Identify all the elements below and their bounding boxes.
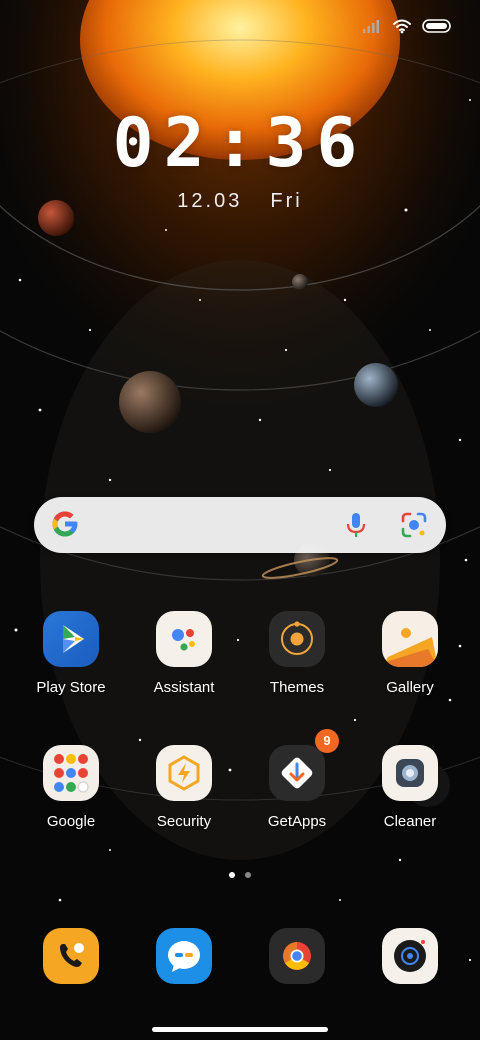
page-dot-1[interactable]: [229, 872, 235, 878]
chrome-icon: [269, 928, 325, 984]
cellular-signal-icon: [362, 18, 382, 39]
getapps-icon: [269, 745, 325, 801]
google-lens-icon[interactable]: [400, 511, 428, 544]
dock-camera[interactable]: [354, 928, 466, 984]
dock-phone[interactable]: [15, 928, 127, 984]
app-label: Security: [156, 813, 212, 830]
assistant-icon: [156, 611, 212, 667]
app-label: Cleaner: [383, 813, 437, 830]
dock-chrome[interactable]: [241, 928, 353, 984]
google-search-widget[interactable]: [34, 497, 446, 553]
app-google-folder[interactable]: Google: [15, 745, 127, 830]
date-label: 12.03: [177, 190, 243, 212]
dock-messages[interactable]: [128, 928, 240, 984]
page-indicator[interactable]: [0, 872, 480, 878]
wifi-icon: [392, 18, 412, 39]
notification-badge: 9: [315, 729, 339, 753]
page-dot-2[interactable]: [245, 872, 251, 878]
gesture-bar[interactable]: [152, 1027, 328, 1032]
google-g-icon: [50, 509, 80, 544]
cleaner-icon: [382, 745, 438, 801]
app-security[interactable]: Security: [128, 745, 240, 830]
gallery-icon: [382, 611, 438, 667]
app-gallery[interactable]: Gallery: [354, 611, 466, 696]
app-label: Gallery: [386, 679, 434, 696]
date-line: 12.03 Fri: [0, 190, 480, 213]
status-bar: [362, 14, 452, 42]
security-icon: [156, 745, 212, 801]
app-label: Themes: [269, 679, 325, 696]
app-play-store[interactable]: Play Store: [15, 611, 127, 696]
messages-icon: [156, 928, 212, 984]
google-folder-icon: [43, 745, 99, 801]
app-label: GetApps: [267, 813, 327, 830]
battery-icon: [422, 18, 452, 39]
phone-icon: [43, 928, 99, 984]
themes-icon: [269, 611, 325, 667]
app-cleaner[interactable]: Cleaner: [354, 745, 466, 830]
lockscreen-clock: 02:36: [112, 104, 368, 183]
app-assistant[interactable]: Assistant: [128, 611, 240, 696]
app-label: Assistant: [153, 679, 215, 696]
app-themes[interactable]: Themes: [241, 611, 353, 696]
microphone-icon[interactable]: [344, 511, 368, 544]
weekday-label: Fri: [270, 190, 303, 212]
camera-icon: [382, 928, 438, 984]
app-label: Play Store: [36, 679, 106, 696]
play-store-icon: [43, 611, 99, 667]
app-getapps[interactable]: 9 GetApps: [241, 729, 353, 830]
app-label: Google: [46, 813, 96, 830]
